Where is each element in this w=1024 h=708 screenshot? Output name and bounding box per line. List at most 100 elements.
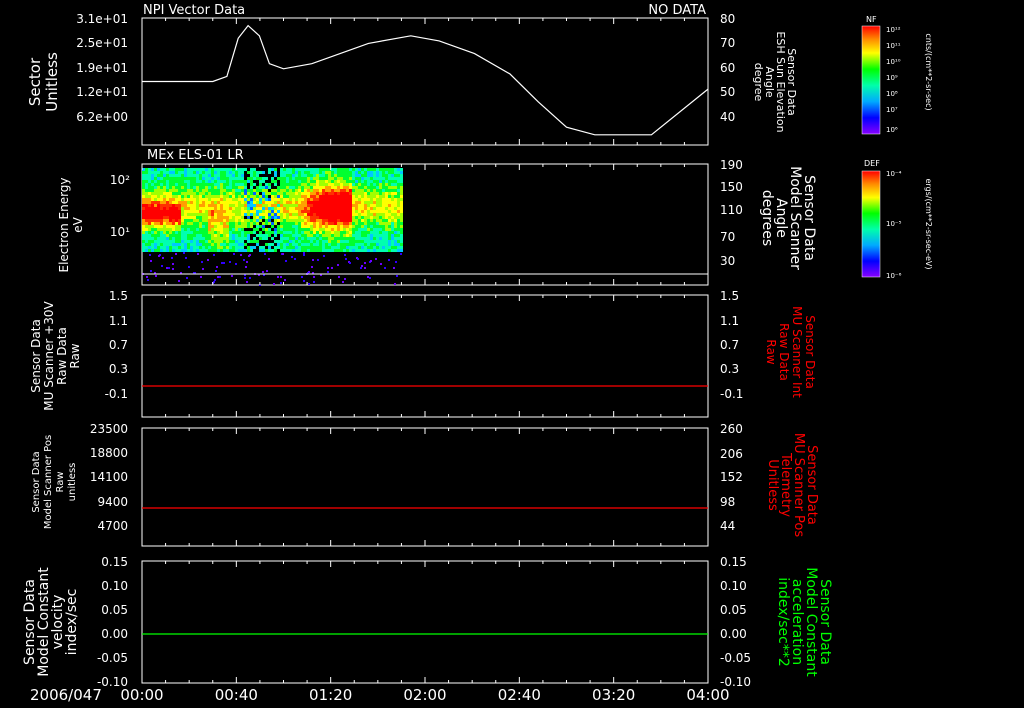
spectrogram-cell	[361, 213, 364, 216]
spectrogram-cell	[223, 249, 226, 252]
spectrogram-cell	[352, 231, 355, 234]
spectrogram-cell	[352, 216, 355, 219]
spectrogram-cell	[166, 231, 169, 234]
spectrogram-cell	[208, 192, 211, 195]
spectrogram-cell	[151, 225, 154, 228]
spectrogram-cell	[322, 183, 325, 186]
spectrogram-cell	[151, 201, 154, 204]
spectrogram-cell	[325, 237, 328, 240]
spectrogram-cell	[232, 192, 235, 195]
spectrogram-cell	[181, 174, 184, 177]
spectrogram-cell	[160, 219, 163, 222]
spectrogram-cell	[196, 186, 199, 189]
spectrogram-cell	[292, 186, 295, 189]
spectrogram-cell	[214, 189, 217, 192]
colorbar-1-tick: 10⁶	[886, 126, 898, 134]
spectrogram-cell	[229, 201, 232, 204]
spectrogram-cell	[274, 240, 277, 243]
spectrogram-cell	[202, 174, 205, 177]
spectrogram-cell	[316, 168, 319, 171]
spectrogram-cell	[175, 207, 178, 210]
spectrogram-cell	[157, 180, 160, 183]
spectrogram-cell	[388, 198, 391, 201]
spectrogram-cell	[202, 213, 205, 216]
spectrogram-cell	[199, 234, 202, 237]
spectrogram-cell	[214, 219, 217, 222]
spectrogram-cell	[205, 204, 208, 207]
spectrogram-noise	[202, 268, 204, 270]
spectrogram-cell	[298, 243, 301, 246]
svg-text:eV: eV	[71, 216, 85, 232]
spectrogram-cell	[259, 171, 262, 174]
colorbar-1: NF 10¹² 10¹¹ 10¹⁰ 10⁹ 10⁸ 10⁷ 10⁶ cnts/(…	[861, 15, 933, 135]
spectrogram-cell	[370, 228, 373, 231]
spectrogram-cell	[310, 204, 313, 207]
spectrogram-noise	[313, 281, 315, 283]
spectrogram-cell	[166, 192, 169, 195]
spectrogram-cell	[175, 210, 178, 213]
spectrogram-cell	[226, 192, 229, 195]
spectrogram-cell	[346, 174, 349, 177]
spectrogram-cell	[289, 171, 292, 174]
spectrogram-cell	[214, 174, 217, 177]
spectrogram-cell	[304, 177, 307, 180]
spectrogram-cell	[253, 246, 256, 249]
spectrogram-cell	[352, 195, 355, 198]
spectrogram-cell	[142, 189, 145, 192]
spectrogram-cell	[289, 243, 292, 246]
spectrogram-noise	[246, 281, 248, 283]
spectrogram-cell	[169, 189, 172, 192]
spectrogram-cell	[178, 234, 181, 237]
spectrogram-cell	[301, 183, 304, 186]
spectrogram-cell	[229, 207, 232, 210]
time-tick-label: 00:40	[215, 686, 258, 704]
spectrogram-cell	[172, 174, 175, 177]
spectrogram-cell	[346, 234, 349, 237]
spectrogram-cell	[373, 249, 376, 252]
spectrogram-cell	[322, 195, 325, 198]
spectrogram-cell	[283, 174, 286, 177]
spectrogram-cell	[298, 231, 301, 234]
spectrogram-cell	[286, 198, 289, 201]
spectrogram-cell	[352, 222, 355, 225]
spectrogram-cell	[277, 228, 280, 231]
spectrogram-cell	[328, 207, 331, 210]
spectrogram-cell	[343, 198, 346, 201]
spectrogram-cell	[151, 249, 154, 252]
spectrogram-cell	[361, 174, 364, 177]
spectrogram-cell	[352, 207, 355, 210]
spectrogram-cell	[148, 168, 151, 171]
spectrogram-cell	[286, 222, 289, 225]
spectrogram-cell	[322, 204, 325, 207]
spectrogram-cell	[175, 177, 178, 180]
spectrogram-cell	[196, 216, 199, 219]
spectrogram-cell	[352, 228, 355, 231]
spectrogram-cell	[391, 228, 394, 231]
spectrogram-cell	[241, 171, 244, 174]
spectrogram-cell	[250, 192, 253, 195]
spectrogram-cell	[265, 231, 268, 234]
spectrogram-cell	[292, 207, 295, 210]
spectrogram-cell	[205, 213, 208, 216]
spectrogram-cell	[337, 231, 340, 234]
spectrogram-cell	[280, 243, 283, 246]
spectrogram-cell	[157, 246, 160, 249]
spectrogram-cell	[355, 228, 358, 231]
spectrogram-cell	[346, 219, 349, 222]
spectrogram-cell	[190, 189, 193, 192]
panel-1-right-tick: 40	[720, 110, 735, 124]
spectrogram-cell	[256, 198, 259, 201]
spectrogram-cell	[367, 228, 370, 231]
spectrogram-cell	[238, 174, 241, 177]
spectrogram-cell	[289, 201, 292, 204]
spectrogram-cell	[307, 222, 310, 225]
spectrogram-cell	[400, 240, 403, 243]
spectrogram-noise	[245, 266, 247, 268]
spectrogram-cell	[205, 216, 208, 219]
spectrogram-cell	[235, 210, 238, 213]
spectrogram-cell	[247, 231, 250, 234]
spectrogram-cell	[256, 195, 259, 198]
spectrogram-cell	[157, 222, 160, 225]
spectrogram-cell	[229, 234, 232, 237]
spectrogram-cell	[307, 177, 310, 180]
